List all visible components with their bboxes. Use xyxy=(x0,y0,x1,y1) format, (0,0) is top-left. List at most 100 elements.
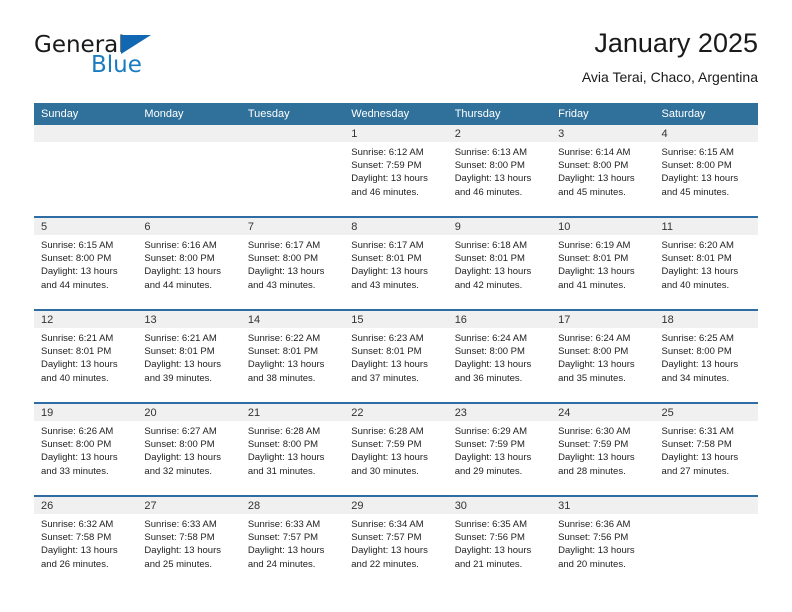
day-cell[interactable]: 1 Sunrise: 6:12 AM Sunset: 7:59 PM Dayli… xyxy=(344,125,448,217)
daylight-text-line1: Daylight: 13 hours xyxy=(41,266,118,278)
day-cell[interactable]: 16 Sunrise: 6:24 AM Sunset: 8:00 PM Dayl… xyxy=(447,309,552,403)
sunrise-text: Sunrise: 6:33 AM xyxy=(247,519,321,530)
sunset-text: Sunset: 8:01 PM xyxy=(247,346,319,358)
day-cell[interactable]: 10 Sunrise: 6:19 AM Sunset: 8:01 PM Dayl… xyxy=(551,216,655,310)
day-cell[interactable]: 3 Sunrise: 6:14 AM Sunset: 8:00 PM Dayli… xyxy=(551,125,655,217)
daylight-text-line2: and 40 minutes. xyxy=(661,279,730,291)
daylight-text-line1: Daylight: 13 hours xyxy=(661,173,739,185)
day-cell[interactable]: 24 Sunrise: 6:30 AM Sunset: 7:59 PM Dayl… xyxy=(551,402,655,496)
daylight-text-line2: and 21 minutes. xyxy=(454,558,523,570)
general-blue-logo: General Blue xyxy=(34,32,234,90)
sunset-text: Sunset: 7:58 PM xyxy=(144,532,215,544)
day-number: 14 xyxy=(240,311,345,328)
day-cell[interactable]: 12 Sunrise: 6:21 AM Sunset: 8:01 PM Dayl… xyxy=(34,309,138,403)
daylight-text-line2: and 40 minutes. xyxy=(41,372,109,384)
day-cell[interactable]: 30 Sunrise: 6:35 AM Sunset: 7:56 PM Dayl… xyxy=(447,495,552,588)
day-number: 26 xyxy=(34,497,138,514)
day-details: Sunrise: 6:28 AM Sunset: 8:00 PM Dayligh… xyxy=(241,421,344,478)
day-number: 5 xyxy=(34,218,138,235)
day-number: 9 xyxy=(447,218,552,235)
day-details xyxy=(655,514,758,518)
day-details: Sunrise: 6:16 AM Sunset: 8:00 PM Dayligh… xyxy=(137,235,240,292)
day-cell[interactable]: 20 Sunrise: 6:27 AM Sunset: 8:00 PM Dayl… xyxy=(137,402,241,496)
weekday-header-saturday: Saturday xyxy=(654,103,758,125)
sunrise-text: Sunrise: 6:21 AM xyxy=(41,333,114,344)
day-cell[interactable]: 2 Sunrise: 6:13 AM Sunset: 8:00 PM Dayli… xyxy=(447,125,552,217)
daylight-text-line2: and 33 minutes. xyxy=(41,465,109,477)
daylight-text-line2: and 43 minutes. xyxy=(351,279,419,291)
sunrise-text: Sunrise: 6:24 AM xyxy=(558,333,631,344)
day-cell[interactable]: 5 Sunrise: 6:15 AM Sunset: 8:00 PM Dayli… xyxy=(34,216,138,310)
sunset-text: Sunset: 8:00 PM xyxy=(41,253,112,265)
daylight-text-line1: Daylight: 13 hours xyxy=(41,452,118,464)
day-details: Sunrise: 6:18 AM Sunset: 8:01 PM Dayligh… xyxy=(448,235,551,292)
daylight-text-line1: Daylight: 13 hours xyxy=(351,266,428,278)
sunrise-text: Sunrise: 6:21 AM xyxy=(144,333,217,344)
daylight-text-line1: Daylight: 13 hours xyxy=(41,359,118,371)
daylight-text-line2: and 41 minutes. xyxy=(558,279,626,291)
day-cell[interactable]: 14 Sunrise: 6:22 AM Sunset: 8:01 PM Dayl… xyxy=(240,309,345,403)
daylight-text-line1: Daylight: 13 hours xyxy=(661,452,739,464)
day-cell[interactable]: 7 Sunrise: 6:17 AM Sunset: 8:00 PM Dayli… xyxy=(240,216,345,310)
day-cell[interactable] xyxy=(654,495,758,588)
daylight-text-line1: Daylight: 13 hours xyxy=(661,266,739,278)
day-cell[interactable]: 8 Sunrise: 6:17 AM Sunset: 8:01 PM Dayli… xyxy=(344,216,448,310)
calendar-week-row: 5 Sunrise: 6:15 AM Sunset: 8:00 PM Dayli… xyxy=(34,216,758,310)
day-number xyxy=(240,125,345,142)
day-number: 8 xyxy=(344,218,448,235)
daylight-text-line1: Daylight: 13 hours xyxy=(558,359,635,371)
day-cell[interactable]: 11 Sunrise: 6:20 AM Sunset: 8:01 PM Dayl… xyxy=(654,216,758,310)
day-cell[interactable]: 28 Sunrise: 6:33 AM Sunset: 7:57 PM Dayl… xyxy=(240,495,345,588)
day-number: 7 xyxy=(240,218,345,235)
sunrise-text: Sunrise: 6:28 AM xyxy=(247,426,321,437)
sunset-text: Sunset: 8:00 PM xyxy=(247,253,319,265)
day-cell[interactable]: 21 Sunrise: 6:28 AM Sunset: 8:00 PM Dayl… xyxy=(240,402,345,496)
sunrise-text: Sunrise: 6:34 AM xyxy=(351,519,424,530)
weekday-header-thursday: Thursday xyxy=(447,103,552,125)
day-cell[interactable]: 29 Sunrise: 6:34 AM Sunset: 7:57 PM Dayl… xyxy=(344,495,448,588)
sunset-text: Sunset: 8:01 PM xyxy=(144,346,215,358)
day-number: 25 xyxy=(654,404,758,421)
daylight-text-line2: and 42 minutes. xyxy=(454,279,523,291)
sunrise-text: Sunrise: 6:19 AM xyxy=(558,240,631,251)
sunset-text: Sunset: 7:59 PM xyxy=(351,160,422,172)
day-cell[interactable]: 17 Sunrise: 6:24 AM Sunset: 8:00 PM Dayl… xyxy=(551,309,655,403)
sunset-text: Sunset: 8:01 PM xyxy=(454,253,525,265)
sunset-text: Sunset: 8:00 PM xyxy=(454,346,525,358)
sunset-text: Sunset: 7:59 PM xyxy=(454,439,525,451)
sunrise-text: Sunrise: 6:15 AM xyxy=(661,147,734,158)
daylight-text-line2: and 34 minutes. xyxy=(661,372,730,384)
day-cell[interactable]: 9 Sunrise: 6:18 AM Sunset: 8:01 PM Dayli… xyxy=(447,216,552,310)
day-details: Sunrise: 6:33 AM Sunset: 7:57 PM Dayligh… xyxy=(241,514,344,571)
title-block: January 2025 Avia Terai, Chaco, Argentin… xyxy=(582,26,758,87)
day-cell[interactable]: 18 Sunrise: 6:25 AM Sunset: 8:00 PM Dayl… xyxy=(654,309,758,403)
day-details: Sunrise: 6:34 AM Sunset: 7:57 PM Dayligh… xyxy=(344,514,447,571)
day-cell[interactable] xyxy=(137,125,241,217)
day-cell[interactable]: 19 Sunrise: 6:26 AM Sunset: 8:00 PM Dayl… xyxy=(34,402,138,496)
day-number: 6 xyxy=(137,218,241,235)
day-cell[interactable]: 23 Sunrise: 6:29 AM Sunset: 7:59 PM Dayl… xyxy=(447,402,552,496)
day-cell[interactable]: 26 Sunrise: 6:32 AM Sunset: 7:58 PM Dayl… xyxy=(34,495,138,588)
daylight-text-line2: and 29 minutes. xyxy=(454,465,523,477)
day-cell[interactable]: 27 Sunrise: 6:33 AM Sunset: 7:58 PM Dayl… xyxy=(137,495,241,588)
day-cell[interactable]: 6 Sunrise: 6:16 AM Sunset: 8:00 PM Dayli… xyxy=(137,216,241,310)
day-cell[interactable]: 31 Sunrise: 6:36 AM Sunset: 7:56 PM Dayl… xyxy=(551,495,655,588)
daylight-text-line1: Daylight: 13 hours xyxy=(454,266,532,278)
weekday-header-friday: Friday xyxy=(551,103,655,125)
day-details: Sunrise: 6:32 AM Sunset: 7:58 PM Dayligh… xyxy=(34,514,137,571)
sunrise-text: Sunrise: 6:15 AM xyxy=(41,240,114,251)
daylight-text-line1: Daylight: 13 hours xyxy=(247,545,325,557)
sunset-text: Sunset: 8:01 PM xyxy=(661,253,732,265)
day-cell[interactable]: 13 Sunrise: 6:21 AM Sunset: 8:01 PM Dayl… xyxy=(137,309,241,403)
day-cell[interactable] xyxy=(240,125,345,217)
day-cell[interactable]: 25 Sunrise: 6:31 AM Sunset: 7:58 PM Dayl… xyxy=(654,402,758,496)
day-number: 15 xyxy=(344,311,448,328)
daylight-text-line2: and 38 minutes. xyxy=(247,372,316,384)
day-cell[interactable]: 4 Sunrise: 6:15 AM Sunset: 8:00 PM Dayli… xyxy=(654,125,758,217)
day-cell[interactable]: 15 Sunrise: 6:23 AM Sunset: 8:01 PM Dayl… xyxy=(344,309,448,403)
daylight-text-line2: and 45 minutes. xyxy=(661,186,730,198)
sunrise-text: Sunrise: 6:30 AM xyxy=(558,426,631,437)
day-cell[interactable]: 22 Sunrise: 6:28 AM Sunset: 7:59 PM Dayl… xyxy=(344,402,448,496)
day-details: Sunrise: 6:23 AM Sunset: 8:01 PM Dayligh… xyxy=(344,328,447,385)
day-cell[interactable] xyxy=(34,125,138,217)
